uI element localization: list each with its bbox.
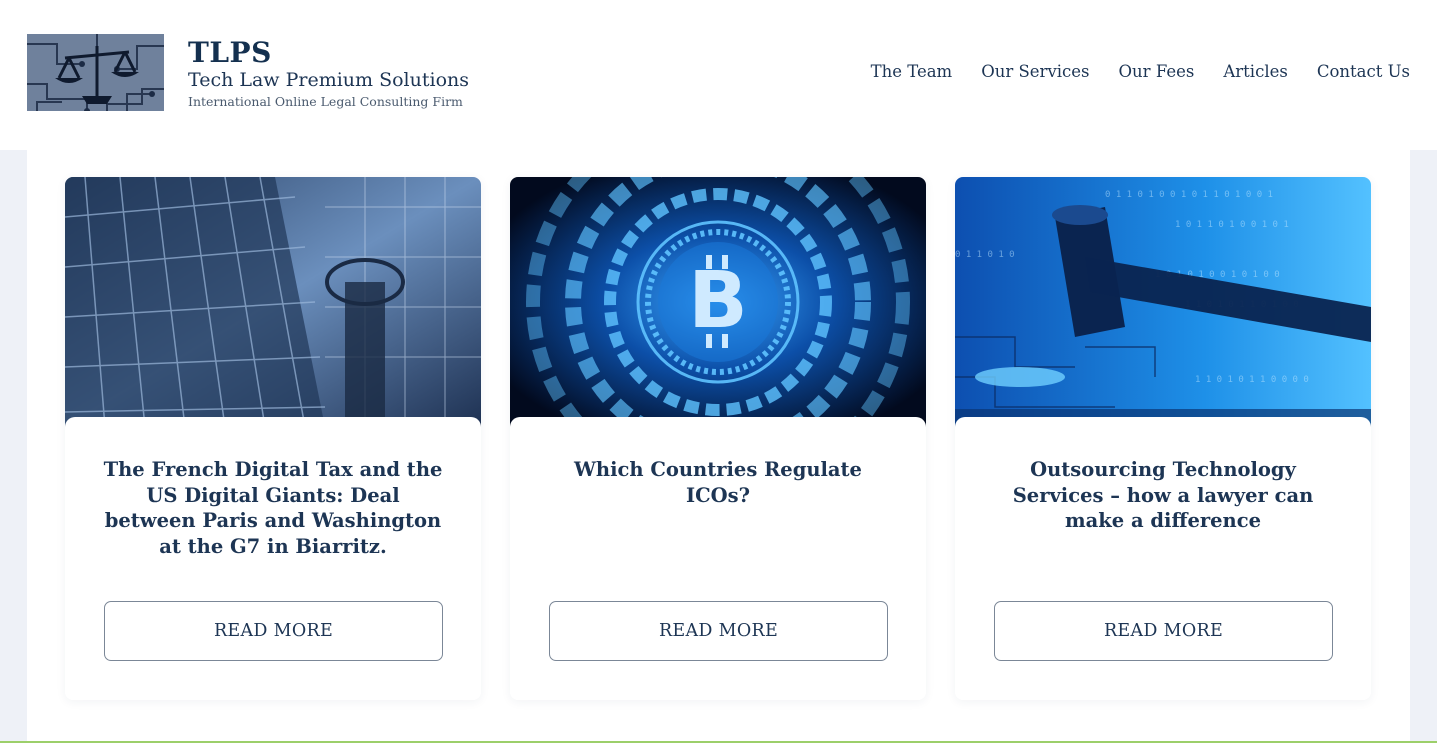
scales-of-justice-logo-icon[interactable]	[27, 34, 164, 111]
nav-item-the-team[interactable]: The Team	[871, 62, 953, 81]
article-card-body: Which Countries Regulate ICOs? READ MORE	[510, 417, 926, 700]
article-card-body: Outsourcing Technology Services – how a …	[955, 417, 1371, 700]
svg-text:1 1 0 1 0 1 1 0 0 0 0: 1 1 0 1 0 1 1 0 0 0 0	[1195, 375, 1309, 385]
article-card: The French Digital Tax and the US Digita…	[65, 177, 481, 700]
svg-text:0 1 1 0 1 0: 0 1 1 0 1 0	[955, 250, 1015, 260]
svg-text:1 0 1 1 0 1 0 0 1 0 1: 1 0 1 1 0 1 0 0 1 0 1	[1175, 220, 1289, 230]
nav-item-contact-us[interactable]: Contact Us	[1317, 62, 1410, 81]
main-nav: The Team Our Services Our Fees Articles …	[871, 62, 1410, 81]
article-title[interactable]: Which Countries Regulate ICOs?	[546, 457, 890, 508]
article-card-body: The French Digital Tax and the US Digita…	[65, 417, 481, 700]
brand-abbreviation[interactable]: TLPS	[188, 36, 272, 69]
brand-tagline: International Online Legal Consulting Fi…	[188, 94, 463, 109]
read-more-button[interactable]: READ MORE	[994, 601, 1333, 661]
article-card: 0 1 1 0 1 0 0 1 0 1 1 0 1 0 0 1 1 0 1 1 …	[955, 177, 1371, 700]
glass-skyscraper-image[interactable]	[65, 177, 481, 427]
site-header: TLPS Tech Law Premium Solutions Internat…	[0, 0, 1437, 150]
bitcoin-circuit-image[interactable]: B	[510, 177, 926, 427]
svg-text:0 1 1 0 1 0 0 1 0 1 1 0 1 0 0: 0 1 1 0 1 0 0 1 0 1 1 0 1 0 0 1	[1105, 190, 1273, 200]
svg-text:B: B	[688, 256, 747, 346]
nav-item-our-services[interactable]: Our Services	[981, 62, 1089, 81]
brand-name[interactable]: Tech Law Premium Solutions	[188, 69, 469, 91]
read-more-button[interactable]: READ MORE	[104, 601, 443, 661]
nav-item-articles[interactable]: Articles	[1223, 62, 1287, 81]
article-card: B Which Countries Regulate ICOs? READ MO…	[510, 177, 926, 700]
read-more-button[interactable]: READ MORE	[549, 601, 888, 661]
article-title[interactable]: Outsourcing Technology Services – how a …	[991, 457, 1335, 534]
gavel-binary-image[interactable]: 0 1 1 0 1 0 0 1 0 1 1 0 1 0 0 1 1 0 1 1 …	[955, 177, 1371, 427]
article-title[interactable]: The French Digital Tax and the US Digita…	[101, 457, 445, 559]
nav-item-our-fees[interactable]: Our Fees	[1119, 62, 1195, 81]
